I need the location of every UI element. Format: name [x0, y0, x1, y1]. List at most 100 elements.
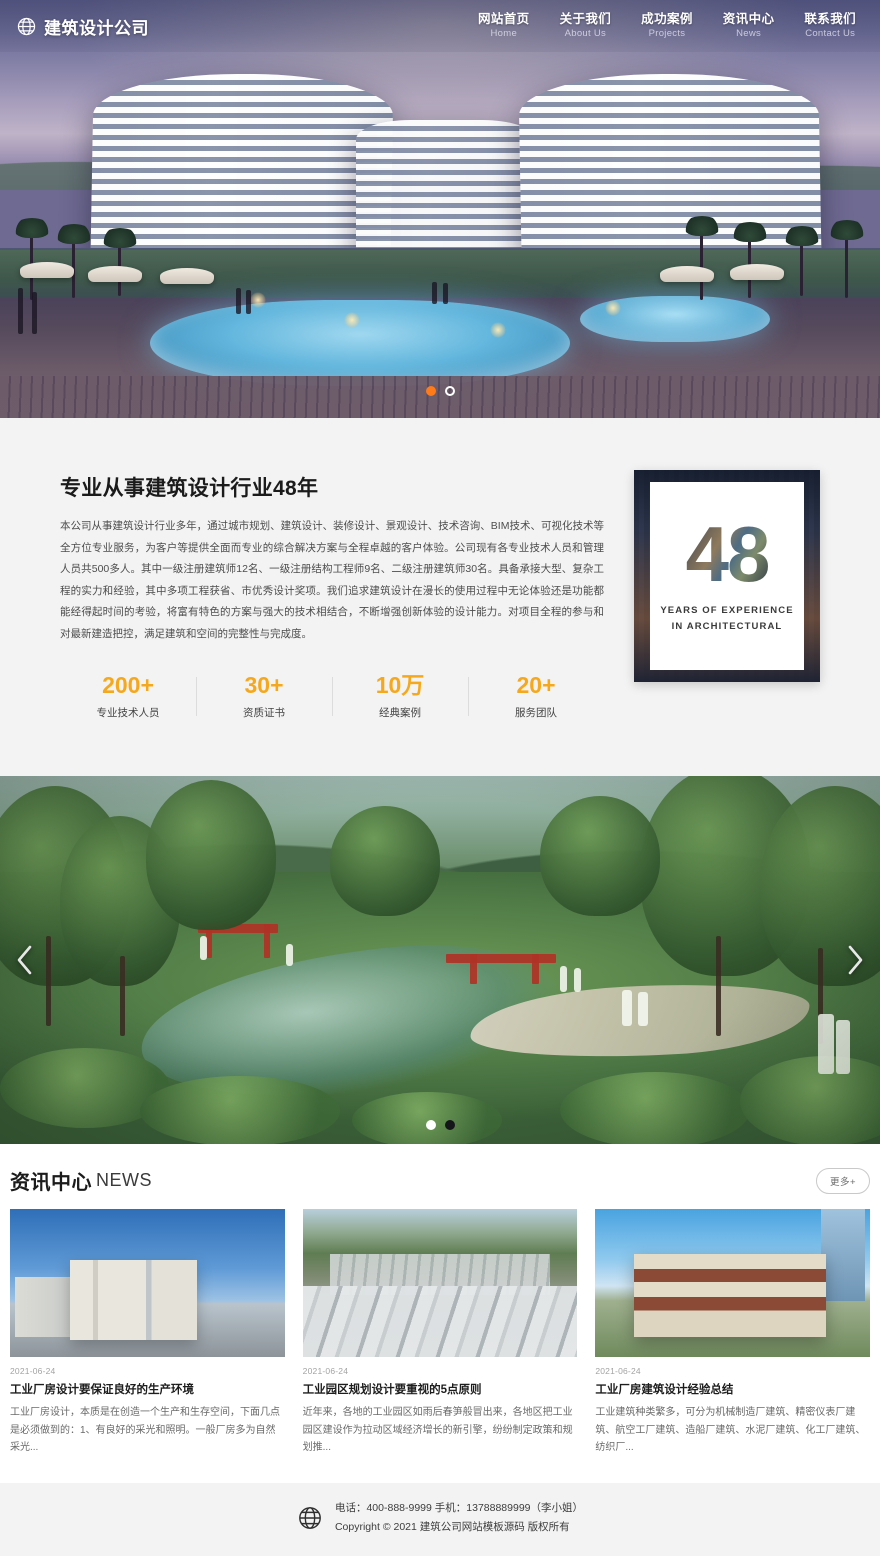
- nav-label-cn: 网站首页: [477, 12, 530, 27]
- stat-label: 经典案例: [379, 707, 421, 720]
- banner-prev-button[interactable]: [8, 938, 42, 982]
- nav-label-cn: 成功案例: [641, 12, 693, 27]
- chevron-right-icon: [848, 946, 863, 975]
- person-silhouette: [443, 283, 448, 304]
- stat-number: 200+: [102, 672, 154, 699]
- experience-card: 48 YEARS OF EXPERIENCE IN ARCHITECTURAL: [634, 470, 820, 682]
- nav-label-cn: 关于我们: [559, 12, 612, 27]
- experience-years-number: 48: [685, 510, 771, 599]
- news-title: 工业园区规划设计要重视的5点原则: [302, 1384, 482, 1397]
- nav-label-en: About Us: [564, 27, 607, 39]
- news-date: 2021-06-24: [10, 1366, 56, 1377]
- nav-item-home[interactable]: 网站首页 Home: [478, 12, 530, 39]
- stat-number: 10万: [375, 672, 425, 699]
- news-card[interactable]: 2021-06-24 工业厂房设计要保证良好的生产环境 工业厂房设计，本质是在创…: [10, 1209, 285, 1457]
- person-figure: [836, 1020, 850, 1075]
- person-figure: [574, 968, 581, 993]
- stat-item-teams: 20+ 服务团队: [468, 671, 604, 722]
- palm-tree: [784, 226, 820, 296]
- tree: [146, 780, 276, 931]
- hero-building-mid: [356, 120, 536, 260]
- garden-light: [250, 292, 266, 308]
- nav-item-news[interactable]: 资讯中心 News: [723, 12, 775, 39]
- stat-item-staff: 200+ 专业技术人员: [60, 671, 196, 722]
- about-content: 专业从事建筑设计行业48年 本公司从事建筑设计行业多年，通过城市规划、建筑设计、…: [60, 470, 604, 722]
- news-excerpt: 近年来，各地的工业园区如雨后春笋般冒出来，各地区把工业园区建设作为拉动区域经济增…: [302, 1407, 573, 1454]
- site-header: 建筑设计公司 网站首页 Home 关于我们 About Us 成功案例 Proj…: [0, 0, 880, 52]
- tree: [330, 806, 440, 917]
- stat-number: 20+: [516, 672, 556, 699]
- news-title: 工业厂房建筑设计经验总结: [595, 1384, 734, 1397]
- stat-label: 专业技术人员: [96, 707, 160, 720]
- hero-dot-1[interactable]: [425, 386, 436, 396]
- about-side: 48 YEARS OF EXPERIENCE IN ARCHITECTURAL: [634, 470, 820, 682]
- tree: [540, 796, 660, 917]
- shrub: [140, 1076, 340, 1145]
- tree-trunk: [716, 936, 721, 1037]
- globe-icon: [17, 17, 36, 35]
- news-excerpt: 工业建筑种类繁多，可分为机械制造厂建筑、精密仪表厂建筑、航空工厂建筑、造船厂建筑…: [595, 1407, 866, 1454]
- nav-label-cn: 联系我们: [804, 12, 856, 27]
- news-date: 2021-06-24: [302, 1366, 349, 1377]
- main-nav: 网站首页 Home 关于我们 About Us 成功案例 Projects 资讯…: [478, 12, 862, 39]
- experience-caption-line-2: IN ARCHITECTURAL: [671, 621, 783, 633]
- red-pavilion-post: [532, 954, 539, 985]
- nav-item-projects[interactable]: 成功案例 Projects: [641, 12, 693, 39]
- news-title-cn: 资讯中心: [10, 1172, 92, 1195]
- news-thumbnail: [595, 1209, 870, 1358]
- tree-trunk: [46, 936, 51, 1027]
- news-thumbnail: [10, 1209, 285, 1358]
- palm-tree: [684, 216, 720, 300]
- banner2-dot-1[interactable]: [425, 1120, 436, 1131]
- person-figure: [200, 936, 207, 961]
- nav-item-about[interactable]: 关于我们 About Us: [560, 12, 612, 39]
- shrub: [352, 1092, 502, 1145]
- stat-label: 服务团队: [515, 707, 557, 720]
- red-gate-post: [264, 924, 270, 959]
- person-silhouette: [32, 292, 37, 334]
- garden-light: [605, 300, 621, 316]
- nav-item-contact[interactable]: 联系我们 Contact Us: [804, 12, 856, 39]
- nav-label-en: Projects: [648, 27, 686, 39]
- about-stats: 200+ 专业技术人员 30+ 资质证书 10万 经典案例 20+ 服务团队: [60, 671, 604, 722]
- stat-label: 资质证书: [243, 707, 285, 720]
- beach-umbrella: [20, 262, 74, 278]
- hero-deck: [0, 376, 880, 418]
- news-card[interactable]: 2021-06-24 工业厂房建筑设计经验总结 工业建筑种类繁多，可分为机械制造…: [595, 1209, 870, 1457]
- chevron-left-icon: [17, 946, 32, 975]
- site-logo[interactable]: 建筑设计公司: [16, 14, 149, 39]
- beach-umbrella: [88, 266, 142, 282]
- landscape-banner: [0, 776, 880, 1145]
- hero-building-right: [518, 74, 822, 264]
- banner2-dot-2[interactable]: [444, 1120, 455, 1131]
- person-figure: [286, 944, 293, 967]
- news-excerpt: 工业厂房设计，本质是在创造一个生产和生存空间，下面几点是必须做到的：1、有良好的…: [10, 1407, 280, 1454]
- nav-label-en: Home: [490, 27, 518, 39]
- hero-carousel-dots[interactable]: [0, 386, 880, 396]
- person-silhouette: [432, 282, 437, 304]
- person-silhouette: [246, 290, 251, 314]
- person-figure: [622, 990, 632, 1027]
- nav-label-cn: 资讯中心: [722, 12, 775, 27]
- person-silhouette: [236, 288, 241, 314]
- tree-trunk: [120, 956, 125, 1037]
- news-thumbnail: [302, 1209, 578, 1358]
- red-pavilion: [446, 954, 556, 964]
- person-figure: [818, 1014, 834, 1075]
- news-date: 2021-06-24: [595, 1366, 641, 1377]
- person-figure: [638, 992, 648, 1027]
- about-section: 专业从事建筑设计行业48年 本公司从事建筑设计行业多年，通过城市规划、建筑设计、…: [0, 418, 880, 777]
- hero-pool: [150, 300, 570, 386]
- person-figure: [560, 966, 567, 993]
- banner-next-button[interactable]: [838, 938, 872, 982]
- banner2-carousel-dots[interactable]: [0, 1120, 880, 1131]
- stat-item-certificates: 30+ 资质证书: [196, 671, 332, 722]
- news-more-button[interactable]: 更多+: [815, 1167, 870, 1194]
- stat-item-cases: 10万 经典案例: [332, 671, 468, 722]
- globe-icon: [299, 1507, 321, 1530]
- news-card[interactable]: 2021-06-24 工业园区规划设计要重视的5点原则 近年来，各地的工业园区如…: [302, 1209, 578, 1457]
- hero-dot-2[interactable]: [444, 386, 455, 396]
- person-silhouette: [18, 288, 23, 334]
- nav-label-en: News: [736, 27, 762, 39]
- beach-umbrella: [660, 266, 714, 282]
